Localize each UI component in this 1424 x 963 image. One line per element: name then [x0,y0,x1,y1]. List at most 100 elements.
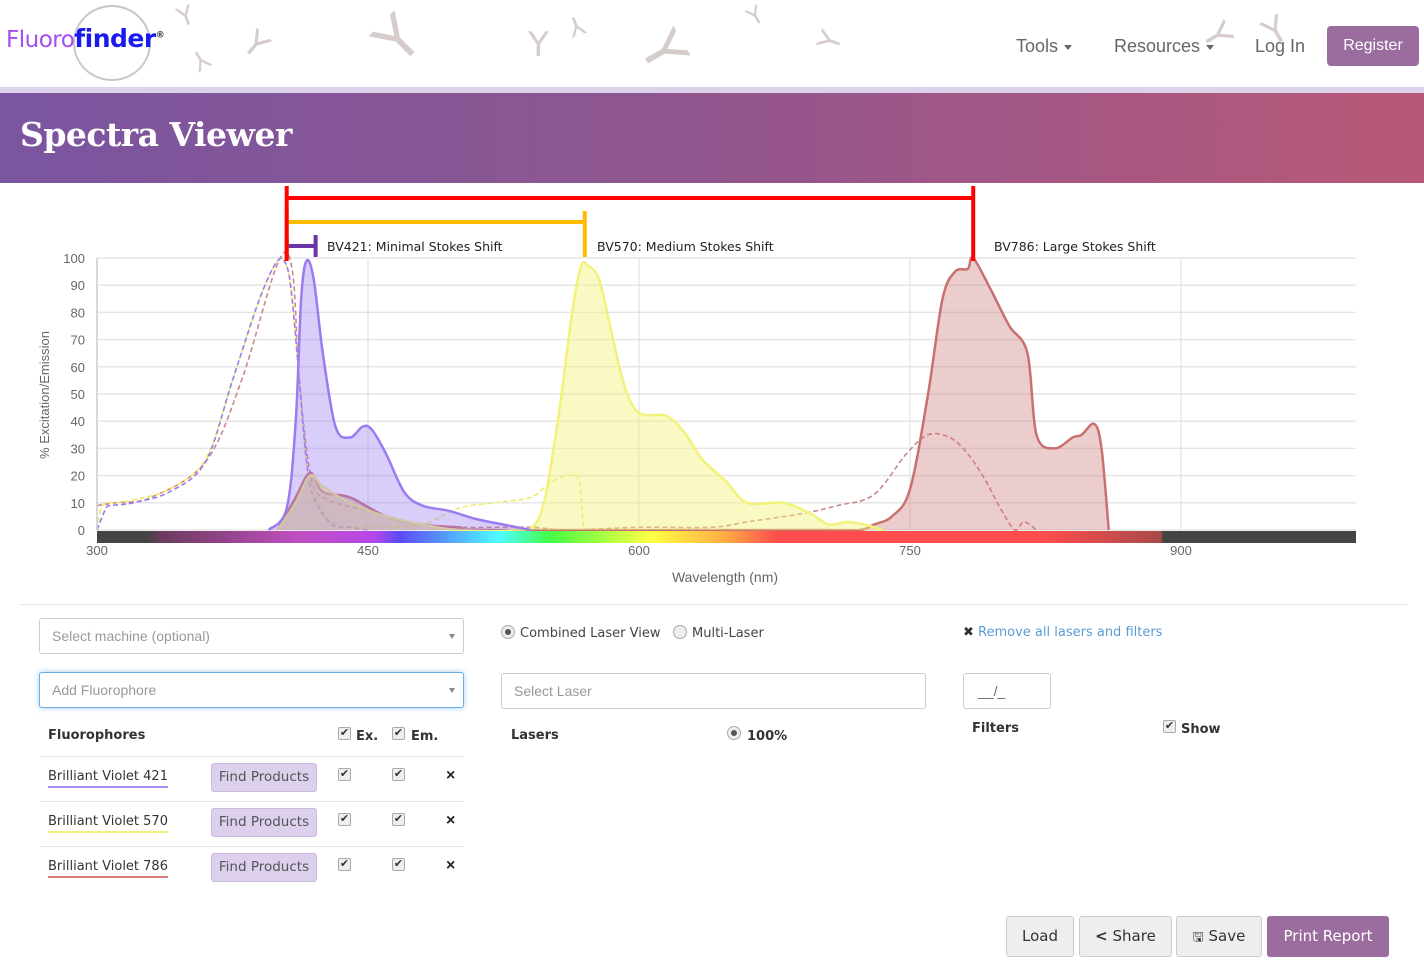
save-button[interactable]: 🖫 Save [1176,916,1262,957]
laser-power-radio[interactable] [727,726,741,740]
antibody-icon: Y [741,0,769,32]
x-tick-label: 450 [357,543,379,558]
load-label: Load [1022,927,1058,945]
stokes-shift-label: BV786: Large Stokes Shift [994,239,1156,254]
x-tick-label: 750 [899,543,921,558]
show-label: Show [1181,722,1221,737]
remove-fluorophore-icon[interactable]: × [446,857,455,875]
remove-fluorophore-icon[interactable]: × [446,767,455,785]
find-products-button[interactable]: Find Products [211,808,317,837]
nav-tools[interactable]: Tools [1016,36,1073,57]
fluorophores-header: Fluorophores [48,728,146,743]
x-tick-label: 600 [628,543,650,558]
emission-checkbox[interactable]: ✔ [392,768,405,781]
antibody-icon: Y [528,25,549,65]
registered-mark: ® [155,30,165,41]
multi-laser-radio[interactable] [673,625,687,639]
spectrum-color-bar [97,531,1356,543]
nav-login[interactable]: Log In [1255,36,1305,57]
y-tick-label: 30 [71,441,85,456]
y-tick-label: 40 [71,414,85,429]
find-products-button[interactable]: Find Products [211,853,317,882]
y-axis-label: % Excitation/Emission [37,331,52,459]
laser-select[interactable]: Select Laser [501,673,926,709]
y-tick-label: 60 [71,360,85,375]
logo-text-fluoro: Fluoro [6,27,75,53]
y-tick-label: 80 [71,305,85,320]
antibody-icon: Y [360,2,437,78]
nav-tools-label: Tools [1016,36,1059,56]
emission-all-checkbox[interactable]: ✔ [392,727,405,740]
find-products-button[interactable]: Find Products [211,763,317,792]
annotations: BV421: Minimal Stokes Shift BV570: Medium… [284,186,1156,261]
antibody-icon: Y [234,23,277,67]
excitation-all-checkbox[interactable]: ✔ [338,727,351,740]
nav-resources[interactable]: Resources [1114,36,1215,57]
share-button[interactable]: < Share [1079,916,1172,957]
fluorophore-row: Brilliant Violet 786 Find Products ✔ ✔ × [40,846,464,891]
excitation-label: Ex. [356,729,379,744]
antibody-icon: Y [811,26,851,56]
logo[interactable]: Fluorofinder® [6,24,165,53]
antibody-icon: Y [625,20,700,83]
navbar: Fluorofinder® Y Y Y Y Y Y Y Y Y Y Y Tool… [0,0,1424,88]
filter-input-placeholder: __/_ [978,683,1006,699]
remove-all-label: Remove all lasers and filters [978,625,1163,640]
combined-laser-label: Combined Laser View [520,626,661,641]
laser-power-label: 100% [747,729,788,744]
caret-down-icon [449,688,455,693]
fluorophore-select[interactable]: Add Fluorophore [39,672,464,708]
caret-down-icon [449,634,455,639]
lasers-label: Lasers [511,728,559,743]
save-label: Save [1208,927,1246,945]
nav-resources-label: Resources [1114,36,1201,56]
close-icon: ✖ [963,625,974,640]
combined-laser-radio[interactable] [501,625,515,639]
emission-area [268,259,531,530]
print-report-label: Print Report [1283,927,1373,945]
emission-checkbox[interactable]: ✔ [392,813,405,826]
excitation-checkbox[interactable]: ✔ [338,813,351,826]
emission-checkbox[interactable]: ✔ [392,858,405,871]
multi-laser-label: Multi-Laser [692,626,764,641]
remove-all-link[interactable]: ✖ Remove all lasers and filters [963,625,1162,640]
y-tick-label: 90 [71,278,85,293]
fluorophore-name-link[interactable]: Brilliant Violet 421 [48,769,168,788]
machine-select[interactable]: Select machine (optional) [39,618,464,654]
caret-down-icon [1064,44,1073,50]
laser-select-placeholder: Select Laser [514,683,592,699]
show-filters-checkbox[interactable]: ✔ [1163,720,1176,733]
fluorophore-row: Brilliant Violet 570 Find Products ✔ ✔ × [40,801,464,846]
x-axis-label: Wavelength (nm) [672,569,778,585]
page-banner: Spectra Viewer [0,93,1424,183]
filter-input[interactable]: __/_ [963,673,1051,709]
filters-label: Filters [972,721,1019,736]
excitation-checkbox[interactable]: ✔ [338,768,351,781]
nav-login-label: Log In [1255,36,1306,56]
y-tick-label: 70 [71,333,85,348]
share-label: Share [1112,927,1156,945]
print-report-button[interactable]: Print Report [1267,916,1389,957]
register-button[interactable]: Register [1327,26,1419,66]
excitation-checkbox[interactable]: ✔ [338,858,351,871]
y-tick-label: 10 [71,496,85,511]
floppy-disk-icon: 🖫 [1192,930,1204,945]
y-tick-label: 50 [71,387,85,402]
remove-fluorophore-icon[interactable]: × [446,812,455,830]
antibody-icon: Y [563,8,589,42]
fluorophore-name-link[interactable]: Brilliant Violet 786 [48,859,168,878]
x-tick-label: 300 [86,543,108,558]
antibody-icon: Y [173,0,199,34]
spectra-chart: 0 10 20 30 40 50 60 70 80 90 100 300 450 600 750 900 BV… [37,186,1356,585]
y-tick-label: 0 [78,523,85,538]
fluorophore-name-link[interactable]: Brilliant Violet 570 [48,814,168,833]
logo-text-finder: finder [74,24,156,53]
x-tick-label: 900 [1170,543,1192,558]
fluorophore-row: Brilliant Violet 421 Find Products ✔ ✔ × [40,756,464,801]
load-button[interactable]: Load [1006,916,1074,957]
stokes-shift-label: BV421: Minimal Stokes Shift [327,239,503,254]
y-tick-label: 20 [71,469,85,484]
stokes-shift-label: BV570: Medium Stokes Shift [597,239,774,254]
series-layer [96,251,1110,535]
caret-down-icon [1206,44,1215,50]
